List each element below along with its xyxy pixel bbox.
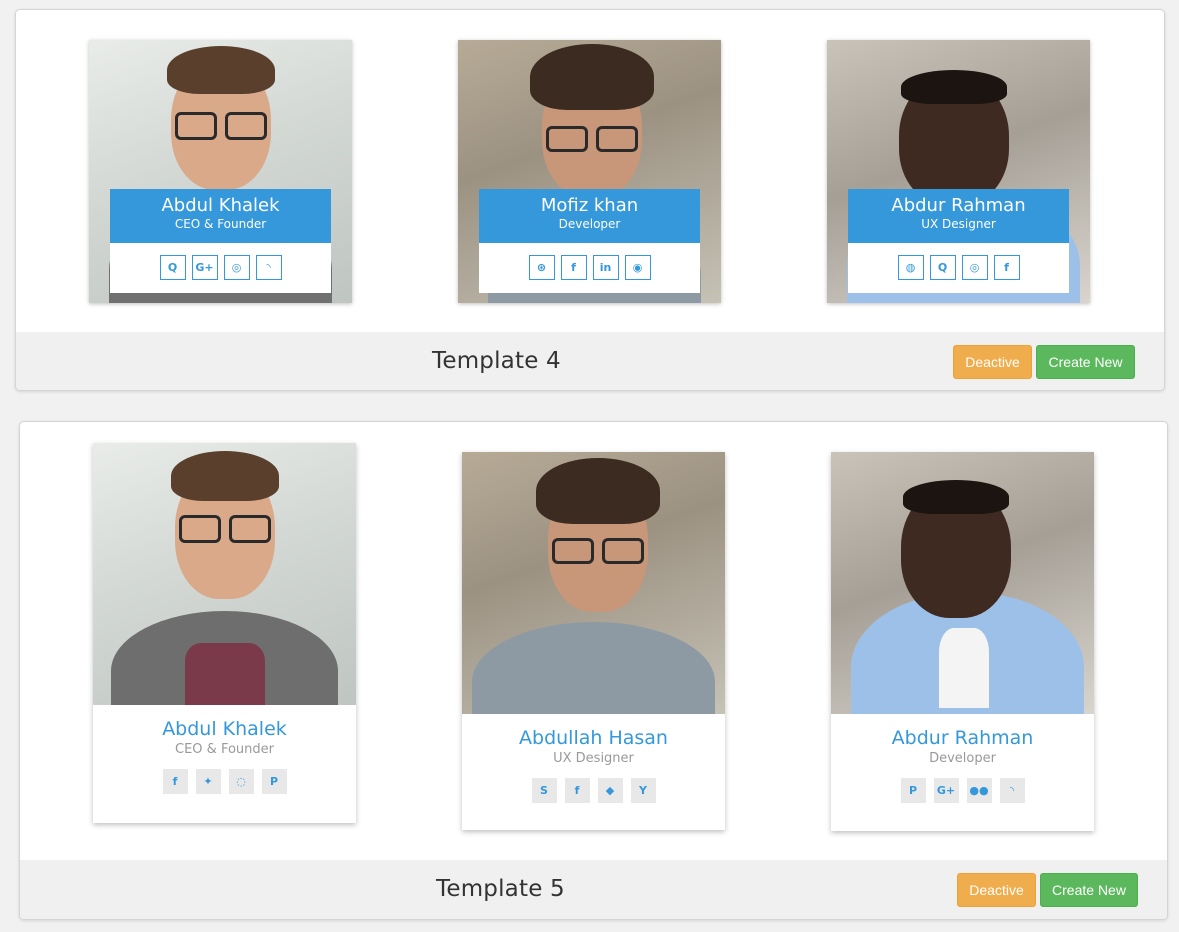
facebook-icon[interactable]: f — [560, 255, 587, 280]
social-icons: ◍ Q ◎ f — [848, 255, 1069, 280]
template-title: Template 4 — [432, 348, 561, 374]
team-card: Abdur Rahman Developer P G+ ●● ◝ — [831, 452, 1094, 831]
quora-icon[interactable]: Q — [929, 255, 956, 280]
member-photo — [93, 443, 356, 705]
social-icons: ⊛ f in ◉ — [479, 255, 700, 280]
rss-icon[interactable]: ◝ — [999, 778, 1025, 803]
member-role: CEO & Founder — [175, 742, 274, 757]
google-plus-icon[interactable]: G+ — [191, 255, 218, 280]
twitter-icon[interactable]: ✦ — [195, 769, 221, 794]
rss-icon[interactable]: ◝ — [255, 255, 282, 280]
facebook-icon[interactable]: f — [162, 769, 188, 794]
pinterest-icon[interactable]: P — [261, 769, 287, 794]
reddit-icon[interactable]: ◉ — [624, 255, 651, 280]
member-photo — [831, 452, 1094, 714]
template-5-panel: Abdul Khalek CEO & Founder f ✦ ◌ P Abdul… — [19, 421, 1168, 920]
member-name: Abdur Rahman — [891, 195, 1026, 216]
member-name: Abdul Khalek — [161, 195, 280, 216]
wechat-icon[interactable]: ◍ — [897, 255, 924, 280]
dropbox-icon[interactable]: ◆ — [597, 778, 623, 803]
member-info: Mofiz khan Developer ⊛ f in ◉ — [479, 189, 700, 293]
dribbble-icon[interactable]: ⊛ — [528, 255, 555, 280]
team-card: Abdullah Hasan UX Designer S f ◆ Y — [462, 452, 725, 830]
team-card: Abdul Khalek CEO & Founder Q G+ ◎ ◝ — [89, 40, 352, 303]
create-new-button[interactable]: Create New — [1040, 873, 1138, 907]
linkedin-icon[interactable]: in — [592, 255, 619, 280]
member-info: Abdur Rahman UX Designer ◍ Q ◎ f — [848, 189, 1069, 293]
flickr-icon[interactable]: ●● — [966, 778, 992, 803]
facebook-icon[interactable]: f — [564, 778, 590, 803]
member-role: UX Designer — [921, 217, 996, 231]
template-title: Template 5 — [436, 876, 565, 902]
skype-icon[interactable]: S — [531, 778, 557, 803]
team-card: Abdur Rahman UX Designer ◍ Q ◎ f — [827, 40, 1090, 303]
social-icons: Q G+ ◎ ◝ — [110, 255, 331, 280]
member-info: Abdul Khalek CEO & Founder Q G+ ◎ ◝ — [110, 189, 331, 293]
ycombinator-icon[interactable]: Y — [630, 778, 656, 803]
member-role: UX Designer — [553, 751, 634, 766]
pinterest-icon[interactable]: P — [900, 778, 926, 803]
social-icons: f ✦ ◌ P — [93, 769, 356, 794]
team-card: Mofiz khan Developer ⊛ f in ◉ — [458, 40, 721, 303]
google-plus-icon[interactable]: G+ — [933, 778, 959, 803]
whatsapp-icon[interactable]: ◌ — [228, 769, 254, 794]
member-role: Developer — [929, 751, 996, 766]
instagram-icon[interactable]: ◎ — [223, 255, 250, 280]
team-card: Abdul Khalek CEO & Founder f ✦ ◌ P — [93, 443, 356, 823]
social-icons: P G+ ●● ◝ — [831, 778, 1094, 803]
template-4-panel: Abdul Khalek CEO & Founder Q G+ ◎ ◝ Mofi… — [15, 9, 1165, 391]
member-role: Developer — [558, 217, 621, 231]
quora-icon[interactable]: Q — [159, 255, 186, 280]
instagram-icon[interactable]: ◎ — [961, 255, 988, 280]
facebook-icon[interactable]: f — [993, 255, 1020, 280]
deactive-button[interactable]: Deactive — [957, 873, 1036, 907]
social-icons: S f ◆ Y — [462, 778, 725, 803]
deactive-button[interactable]: Deactive — [953, 345, 1032, 379]
create-new-button[interactable]: Create New — [1036, 345, 1135, 379]
member-name: Mofiz khan — [540, 195, 639, 216]
member-name: Abdul Khalek — [162, 718, 287, 740]
member-role: CEO & Founder — [174, 217, 267, 231]
member-name: Abdullah Hasan — [519, 727, 668, 749]
template-footer: Template 4 Deactive Create New — [16, 332, 1164, 390]
template-footer: Template 5 Deactive Create New — [20, 860, 1167, 919]
member-name: Abdur Rahman — [891, 727, 1034, 749]
member-photo — [462, 452, 725, 714]
